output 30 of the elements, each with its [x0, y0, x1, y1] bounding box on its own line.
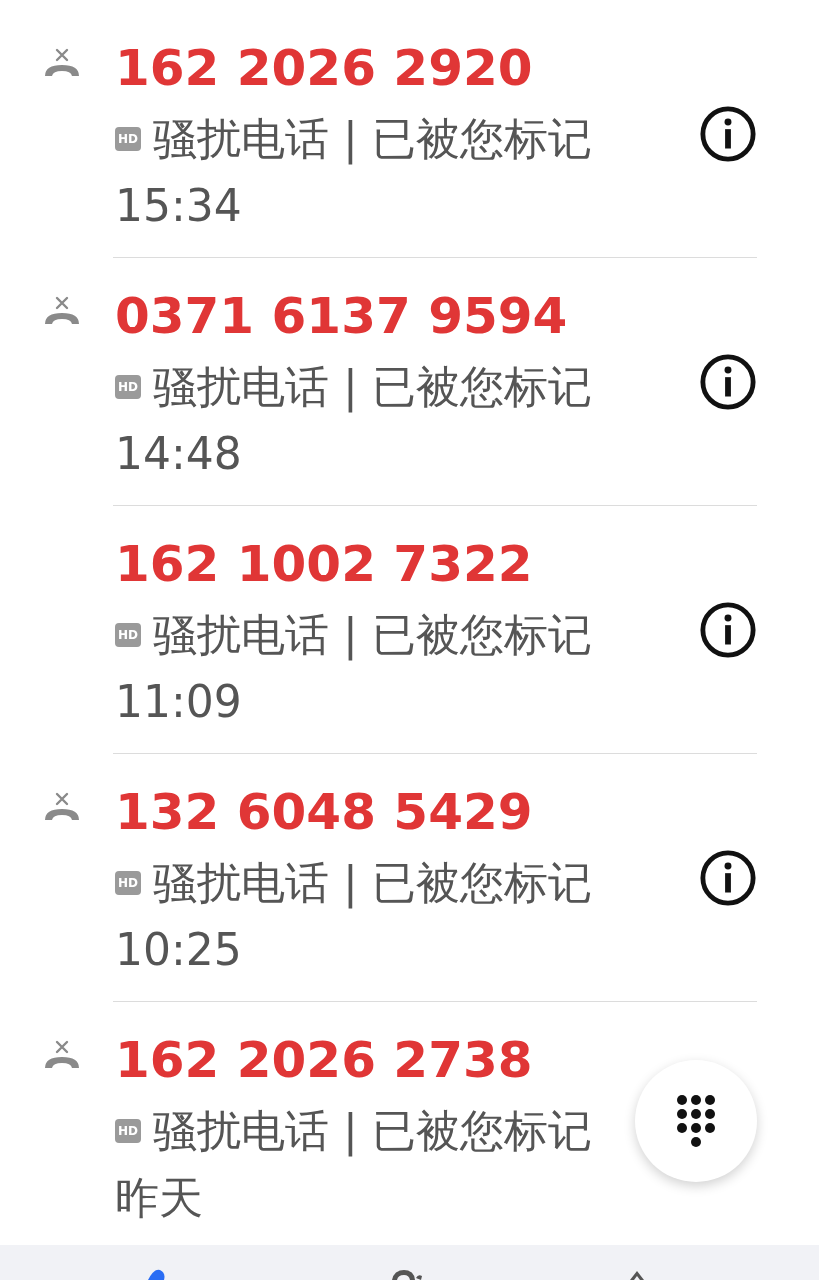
info-icon	[699, 849, 757, 907]
info-button[interactable]	[699, 105, 757, 163]
dialpad-icon	[676, 1094, 716, 1148]
call-time: 14:48	[115, 427, 243, 481]
call-time: 10:25	[115, 923, 243, 977]
phone-number: 132 6048 5429	[115, 782, 534, 843]
call-label: 骚扰电话 | 已被您标记	[153, 608, 592, 663]
call-label: 骚扰电话 | 已被您标记	[153, 112, 592, 167]
call-time: 11:09	[115, 675, 243, 729]
phone-number: 162 2026 2920	[115, 38, 534, 99]
info-icon	[699, 601, 757, 659]
info-icon	[699, 105, 757, 163]
info-icon	[699, 353, 757, 411]
call-label: 骚扰电话 | 已被您标记	[153, 360, 592, 415]
hd-badge: HD	[115, 127, 141, 151]
call-time: 15:34	[115, 179, 243, 233]
call-time: 昨天	[115, 1171, 204, 1225]
hd-badge: HD	[115, 871, 141, 895]
dialpad-button[interactable]	[635, 1060, 757, 1182]
phone-number: 0371 6137 9594	[115, 286, 569, 347]
hd-badge: HD	[115, 375, 141, 399]
hd-badge: HD	[115, 1119, 141, 1143]
phone-number: 162 1002 7322	[115, 534, 534, 595]
info-button[interactable]	[699, 353, 757, 411]
info-button[interactable]	[699, 849, 757, 907]
call-label: 骚扰电话 | 已被您标记	[153, 1104, 592, 1159]
call-label: 骚扰电话 | 已被您标记	[153, 856, 592, 911]
info-button[interactable]	[699, 601, 757, 659]
phone-number: 162 2026 2738	[115, 1030, 534, 1091]
hd-badge: HD	[115, 623, 141, 647]
